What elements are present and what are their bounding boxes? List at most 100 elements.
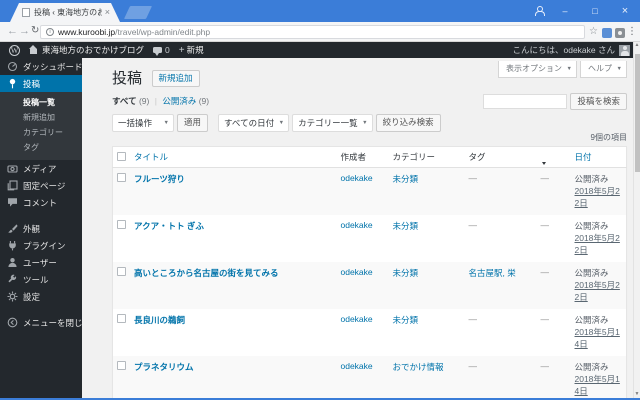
search-posts-button[interactable]: 投稿を検索 [570,93,627,110]
category-link[interactable]: 未分類 [393,268,419,278]
account-menu[interactable]: こんにちは、odekake さん [513,44,630,56]
new-content-menu[interactable]: + 新規 [179,44,204,56]
sidebar-item-dashboard[interactable]: ダッシュボード [0,58,83,75]
search-input[interactable] [483,94,568,109]
sidebar-item-media[interactable]: メディア [0,160,82,177]
close-button[interactable]: × [610,5,640,17]
sidebar-item-tools[interactable]: ツール [0,271,82,288]
page-info-icon[interactable]: i [46,28,54,36]
view-all-link[interactable]: すべて [112,96,137,106]
posts-table: タイトル 作成者 カテゴリー タグ 日付 フルーツ狩り odekake 未分類 — — 公… [112,146,627,400]
author-link[interactable]: odekake [341,220,373,230]
category-link[interactable]: 未分類 [393,221,419,231]
column-title[interactable]: タイトル [130,146,337,168]
post-row: アクア・トト ぎふ odekake 未分類 — — 公開済み 2018年5月22日 [113,215,627,262]
pages-icon [7,180,18,191]
post-row: 長良川の鵜飼 odekake 未分類 — — 公開済み 2018年5月14日 [113,309,627,356]
sidebar-item-label: プラグイン [23,240,66,251]
sidebar-item-settings[interactable]: 設定 [0,288,82,305]
post-title-link[interactable]: フルーツ狩り [134,174,185,184]
scroll-down-icon[interactable]: ▼ [634,391,640,398]
bookmark-star-icon[interactable]: ☆ [589,26,598,37]
page-scrollbar[interactable]: ▲ ▼ [633,42,640,398]
forward-icon[interactable]: → [19,25,30,37]
site-name: 東海地方のおでかけブログ [42,45,145,55]
comments-empty: — [540,173,550,183]
back-icon[interactable]: ← [7,25,18,37]
post-title-link[interactable]: プラネタリウム [134,362,194,372]
sidebar-subitem-all-posts[interactable]: 投稿一覧 [0,95,82,110]
column-date[interactable]: 日付 [570,146,627,168]
minimize-button[interactable]: – [550,6,580,16]
tab-close-icon[interactable]: × [105,8,110,17]
bulk-actions-select[interactable]: 一括操作 ▼ [112,114,174,132]
sidebar-item-plugins[interactable]: プラグイン [0,237,82,254]
row-checkbox[interactable] [117,220,126,229]
post-row: 高いところから名古屋の街を見てみる odekake 未分類 名古屋駅, 栄 — 公開済み 2… [112,262,627,309]
row-checkbox[interactable] [117,361,126,370]
post-title-link[interactable]: 高いところから名古屋の街を見てみる [134,268,279,278]
wp-logo-icon[interactable]: W [9,44,20,56]
chevron-down-icon: ▼ [616,66,622,72]
maximize-button[interactable]: □ [580,6,610,16]
tag-link[interactable]: 名古屋駅, 栄 [469,268,516,278]
sidebar-item-label: ツール [23,274,49,285]
filter-button[interactable]: 絞り込み検索 [375,114,441,132]
post-title-link[interactable]: アクア・トト ぎふ [134,221,204,231]
column-author: 作成者 [336,146,389,168]
view-published-link[interactable]: 公開済み [162,96,196,106]
category-link[interactable]: おでかけ情報 [393,362,444,372]
view-published-count: (9) [198,96,210,106]
sidebar-item-label: ダッシュボード [23,61,83,72]
browser-titlebar: 投稿 ‹ 東海地方のおでかけ × – □ × [0,0,640,22]
screen-options-button[interactable]: 表示オプション ▼ [498,61,577,78]
column-tags: タグ [464,146,537,168]
posts-page: 表示オプション ▼ ヘルプ ▼ 投稿 新規追加 すべて (9) | 公開済み (9)… [82,58,633,400]
row-checkbox[interactable] [117,267,126,276]
sidebar-item-label: メディア [23,163,57,174]
new-tab-button[interactable] [123,6,153,19]
chevron-down-icon: ▼ [362,120,368,126]
row-checkbox[interactable] [117,314,126,323]
browser-menu-icon[interactable]: ⋮ [627,26,637,37]
sidebar-subitem-tags[interactable]: タグ [0,140,82,155]
sidebar-subitem-categories[interactable]: カテゴリー [0,125,82,140]
sidebar-item-pages[interactable]: 固定ページ [0,177,82,194]
sidebar-subitem-add-new[interactable]: 新規追加 [0,110,82,125]
tools-icon [7,274,18,285]
comments-shortcut[interactable]: 0 [153,45,170,56]
sidebar-item-collapse-menu[interactable]: メニューを閉じる [0,314,91,331]
post-status: 公開済み [574,174,609,184]
category-filter-select[interactable]: カテゴリー一覧 ▼ [292,114,373,132]
sidebar-item-users[interactable]: ユーザー [0,254,82,271]
select-all-checkbox[interactable] [117,151,126,161]
author-link[interactable]: odekake [341,361,373,371]
browser-profile-icon[interactable] [528,5,550,17]
address-bar[interactable]: i www.kuroobi.jp/travel/wp-admin/edit.ph… [40,25,585,39]
pin-icon [7,78,18,89]
screenshot-extension-icon[interactable] [615,28,625,38]
post-status: 公開済み [574,221,609,231]
date-filter-select[interactable]: すべての日付 ▼ [218,114,290,132]
sidebar-item-comments[interactable]: コメント [0,194,82,211]
sidebar-item-posts[interactable]: 投稿 [0,75,88,92]
extension-icon[interactable] [602,28,612,38]
author-link[interactable]: odekake [341,314,373,324]
help-button[interactable]: ヘルプ ▼ [580,61,627,78]
site-menu[interactable]: 東海地方のおでかけブログ [29,44,144,56]
scrollbar-thumb[interactable] [635,54,640,172]
apply-button[interactable]: 適用 [177,114,209,132]
post-row: フルーツ狩り odekake 未分類 — — 公開済み 2018年5月22日 [112,167,627,215]
scroll-up-icon[interactable]: ▲ [634,42,640,49]
row-checkbox[interactable] [117,173,126,182]
reload-icon[interactable]: ↻ [31,25,39,36]
author-link[interactable]: odekake [341,267,373,277]
category-link[interactable]: 未分類 [393,315,419,325]
add-new-button[interactable]: 新規追加 [151,70,200,87]
category-link[interactable]: 未分類 [393,174,419,184]
post-title-link[interactable]: 長良川の鵜飼 [134,315,185,325]
browser-tab[interactable]: 投稿 ‹ 東海地方のおでかけ × [10,3,120,22]
page-title: 投稿 [112,70,143,87]
sidebar-item-appearance[interactable]: 外観 [0,220,82,237]
author-link[interactable]: odekake [341,173,373,183]
